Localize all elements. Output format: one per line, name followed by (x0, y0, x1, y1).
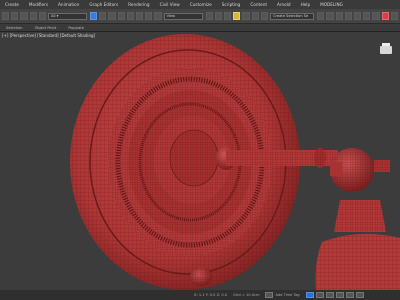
spinner-snap-icon[interactable] (260, 12, 268, 20)
ribbon-tabs: Selection Object Paint Populate (0, 24, 400, 32)
zoom-extents-icon[interactable] (345, 292, 354, 298)
menu-scripting[interactable]: Scripting (217, 2, 246, 7)
angle-snap-icon[interactable] (242, 12, 250, 20)
redo-icon[interactable] (11, 12, 19, 20)
tab-populate[interactable]: Populate (62, 26, 90, 30)
layer-icon[interactable] (335, 12, 343, 20)
menu-create[interactable]: Create (0, 2, 24, 7)
move-icon[interactable] (126, 12, 134, 20)
menu-content[interactable]: Content (245, 2, 272, 7)
coordinate-readout: X: 1.1 Y: 0.0 Z: 0.0 (194, 293, 228, 297)
material-editor-icon[interactable] (363, 12, 371, 20)
wireframe-mesh (70, 34, 400, 290)
percent-snap-icon[interactable] (251, 12, 259, 20)
pivot-icon[interactable] (205, 12, 213, 20)
named-selection-dropdown[interactable]: Create Selection Se (269, 12, 315, 20)
unlink-icon[interactable] (29, 12, 37, 20)
next-frame-button[interactable] (335, 292, 344, 298)
select-object-icon[interactable] (89, 12, 98, 20)
menu-customize[interactable]: Customize (185, 2, 217, 7)
grid-size: Grid = 10.0cm (233, 293, 260, 297)
mirror-icon[interactable] (317, 12, 325, 20)
align-icon[interactable] (326, 12, 334, 20)
menu-bar: Create Modifiers Animation Graph Editors… (0, 0, 400, 9)
undo-icon[interactable] (2, 12, 10, 20)
auto-key-button[interactable] (305, 292, 314, 298)
set-key-button[interactable] (315, 292, 324, 298)
menu-graph-editors[interactable]: Graph Editors (84, 2, 123, 7)
place-icon[interactable] (154, 12, 162, 20)
menu-workspace[interactable]: MODELING (315, 2, 348, 7)
menu-animation[interactable]: Animation (53, 2, 84, 7)
tab-object-paint[interactable]: Object Paint (29, 26, 63, 30)
select-by-name-icon[interactable] (99, 12, 107, 20)
add-time-tag-icon[interactable] (265, 292, 274, 298)
menu-rendering[interactable]: Rendering (123, 2, 154, 7)
perspective-viewport[interactable]: [+] [Perspective] [Standard] [Default Sh… (0, 32, 400, 290)
reference-coord-dropdown[interactable]: View (163, 12, 203, 20)
menu-help[interactable]: Help (296, 2, 316, 7)
schematic-view-icon[interactable] (353, 12, 362, 20)
select-manipulate-icon[interactable] (214, 12, 222, 20)
render-setup-icon[interactable] (372, 12, 380, 20)
rotate-icon[interactable] (135, 12, 144, 20)
status-bar: X: 1.1 Y: 0.0 Z: 0.0 Grid = 10.0cm Add T… (0, 290, 400, 300)
render-icon[interactable] (390, 12, 398, 20)
play-button[interactable] (325, 292, 334, 298)
keyboard-shortcut-icon[interactable] (223, 12, 232, 20)
joint-ball (330, 148, 390, 192)
link-icon[interactable] (20, 12, 28, 20)
orbit-icon[interactable] (355, 292, 364, 298)
scale-icon[interactable] (145, 12, 153, 20)
bottom-screw (190, 268, 212, 286)
curve-editor-icon[interactable] (344, 12, 352, 20)
selection-filter-dropdown[interactable]: All ▾ (48, 12, 87, 20)
menu-modifiers[interactable]: Modifiers (24, 2, 53, 7)
main-toolbar: All ▾ View Create Selection Se (0, 9, 400, 24)
bind-space-warp-icon[interactable] (38, 12, 47, 20)
shade-holder (315, 200, 400, 290)
add-time-tag-label[interactable]: Add Time Tag (275, 293, 299, 297)
window-crossing-icon[interactable] (117, 12, 125, 20)
snap-toggle-icon[interactable] (233, 12, 241, 20)
render-frame-icon[interactable] (381, 12, 389, 20)
menu-civil-view[interactable]: Civil View (155, 2, 185, 7)
menu-arnold[interactable]: Arnold (272, 2, 296, 7)
rect-selection-icon[interactable] (108, 12, 116, 20)
tab-selection[interactable]: Selection (0, 26, 29, 30)
